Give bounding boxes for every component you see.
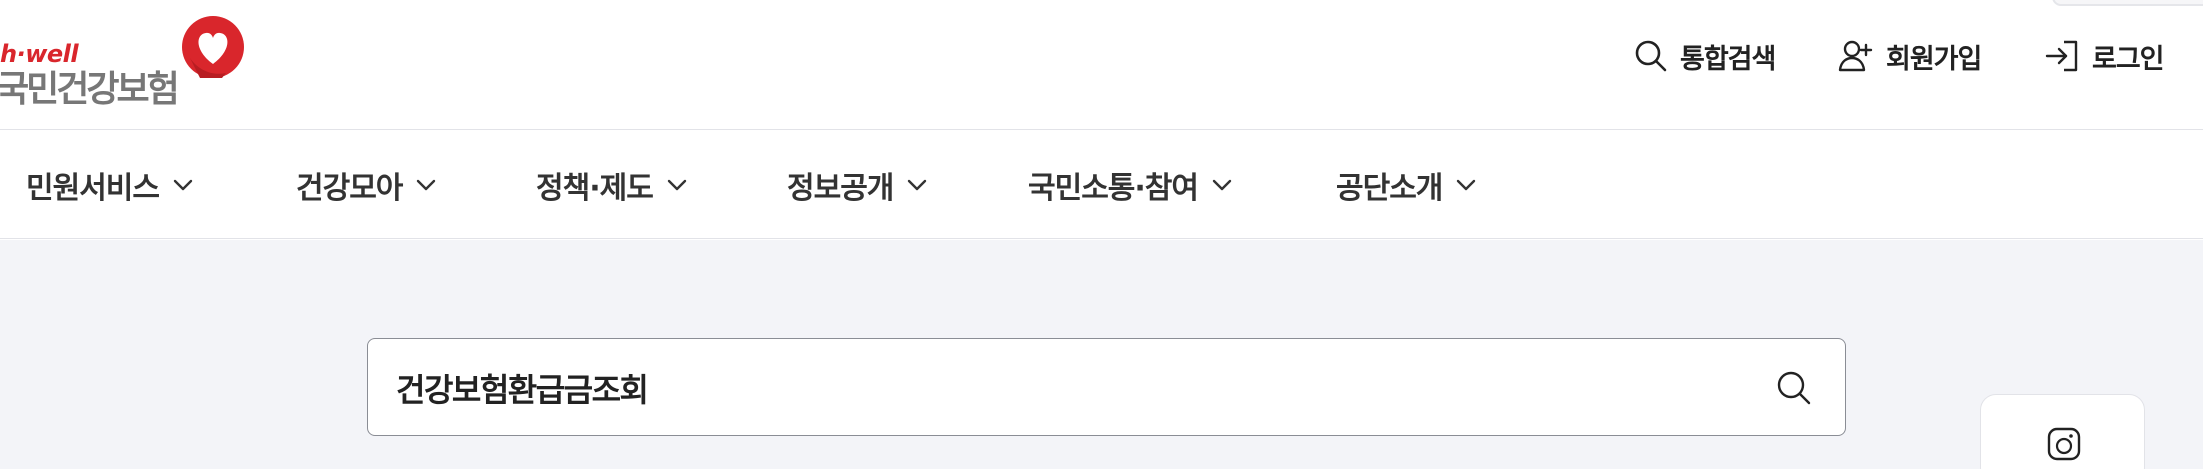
- join-label: 회원가입: [1886, 43, 1982, 75]
- nav-item-label: 공단소개: [1336, 171, 1443, 206]
- app-icon: [2045, 425, 2083, 463]
- nav-item-label: 정보공개: [787, 171, 894, 206]
- login-link[interactable]: 로그인: [2044, 36, 2165, 76]
- site-header: h·well 국민건강보험 통합검색 회원가입 로그인: [0, 0, 2203, 130]
- integrated-search-link[interactable]: 통합검색: [1632, 36, 1776, 76]
- nav-item-participation[interactable]: 국민소통·참여: [1028, 161, 1232, 209]
- search-input[interactable]: 건강보험환급금조회: [367, 338, 1846, 436]
- chevron-down-icon: [1456, 178, 1476, 192]
- top-corner-tab[interactable]: [2052, 0, 2203, 6]
- site-logo[interactable]: h·well 국민건강보험: [0, 14, 250, 110]
- chevron-down-icon: [1212, 178, 1232, 192]
- nav-item-info-disclosure[interactable]: 정보공개: [787, 161, 927, 209]
- nav-item-label: 민원서비스: [26, 171, 160, 206]
- join-link[interactable]: 회원가입: [1838, 36, 1982, 76]
- login-label: 로그인: [2092, 43, 2165, 75]
- chevron-down-icon: [173, 178, 193, 192]
- nav-item-policy[interactable]: 정책·제도: [536, 161, 687, 209]
- quick-menu-card[interactable]: [1980, 394, 2145, 469]
- nav-item-label: 건강모아: [296, 171, 403, 206]
- nav-item-health-moa[interactable]: 건강모아: [296, 161, 436, 209]
- main-navigation: 민원서비스 건강모아 정책·제도 정보공개 국민소통·참여 공단소개: [0, 131, 2203, 239]
- nav-item-label: 국민소통·참여: [1028, 171, 1199, 206]
- chevron-down-icon: [667, 178, 687, 192]
- chevron-down-icon: [907, 178, 927, 192]
- chevron-down-icon: [416, 178, 436, 192]
- nav-item-civil-service[interactable]: 민원서비스: [26, 161, 193, 209]
- search-icon: [1632, 37, 1670, 75]
- nav-item-about[interactable]: 공단소개: [1336, 161, 1476, 209]
- search-button[interactable]: [1772, 366, 1816, 410]
- search-icon: [1777, 371, 1811, 405]
- search-input-value: 건강보험환급금조회: [396, 371, 649, 409]
- integrated-search-label: 통합검색: [1680, 43, 1776, 75]
- nav-item-label: 정책·제도: [536, 171, 654, 206]
- logo-korean-text: 국민건강보험: [0, 69, 180, 110]
- heart-logo-icon: [182, 16, 244, 78]
- login-icon: [2044, 37, 2082, 75]
- user-plus-icon: [1838, 37, 1876, 75]
